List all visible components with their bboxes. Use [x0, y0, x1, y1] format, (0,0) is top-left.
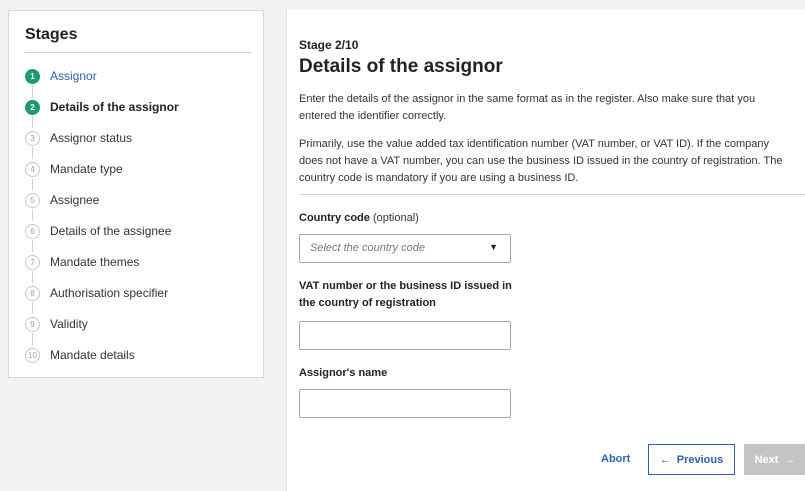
arrow-left-icon: ←: [659, 453, 671, 466]
stage-number-badge: 3: [25, 131, 40, 146]
stage-label[interactable]: Assignor: [50, 67, 97, 86]
stage-item-mandate-type: 4 Mandate type: [25, 160, 261, 191]
arrow-right-icon: →: [784, 453, 796, 466]
stage-item-assignor-status: 3 Assignor status: [25, 129, 261, 160]
stage-connector: [32, 209, 33, 221]
sidebar-title: Stages: [25, 26, 78, 43]
stages-sidebar: Stages 1 Assignor 2 Details of the assig…: [8, 10, 264, 378]
stage-number-badge: 8: [25, 286, 40, 301]
stage-number-badge: 5: [25, 193, 40, 208]
stage-item-authorisation-specifier: 8 Authorisation specifier: [25, 284, 261, 315]
stage-item-validity: 9 Validity: [25, 315, 261, 346]
stage-label: Mandate details: [50, 348, 135, 362]
previous-button-label: Previous: [676, 453, 724, 466]
stage-label: Assignor status: [50, 131, 133, 145]
next-button[interactable]: Next →: [744, 444, 805, 475]
stage-item-mandate-details: 10 Mandate details: [25, 346, 261, 377]
stage-label: Assignee: [50, 193, 100, 207]
stage-item-assignee: 5 Assignee: [25, 191, 261, 222]
previous-button[interactable]: ← Previous: [648, 444, 735, 475]
vat-number-input[interactable]: [299, 321, 511, 350]
stage-label: Mandate themes: [50, 255, 140, 269]
stage-number-badge: 7: [25, 255, 40, 270]
vat-guidance-paragraph: Primarily, use the value added tax ident…: [299, 138, 783, 184]
caret-down-icon: ▼: [489, 242, 498, 252]
assignor-name-input[interactable]: [299, 389, 511, 418]
assignor-name-label: Assignor's name: [299, 367, 388, 379]
stage-counter: Stage 2/10: [299, 38, 359, 52]
stage-label: Mandate type: [50, 162, 123, 176]
country-code-select[interactable]: Select the country code ▼: [299, 234, 511, 263]
stage-number-badge: 9: [25, 317, 40, 332]
stage-number-badge: 2: [25, 100, 40, 115]
stage-connector: [32, 178, 33, 190]
stage-label: Details of the assignor: [50, 100, 179, 114]
stage-list: 1 Assignor 2 Details of the assignor 3 A…: [25, 67, 261, 377]
stage-item-mandate-themes: 7 Mandate themes: [25, 253, 261, 284]
page-title: Details of the assignor: [299, 56, 503, 77]
stage-connector: [32, 333, 33, 345]
vat-number-label: VAT number or the business ID issued in …: [299, 280, 512, 309]
form-panel: Stage 2/10 Details of the assignor Enter…: [286, 10, 805, 491]
stage-connector: [32, 240, 33, 252]
stage-connector: [32, 271, 33, 283]
abort-button[interactable]: Abort: [601, 453, 630, 465]
country-code-placeholder: Select the country code: [310, 242, 425, 254]
stage-number-badge: 1: [25, 69, 40, 84]
stage-connector: [32, 116, 33, 128]
country-code-label-text: Country code: [299, 212, 370, 224]
section-divider: [299, 194, 805, 195]
optional-indicator: (optional): [372, 212, 419, 224]
stage-label: Authorisation specifier: [50, 286, 169, 300]
stage-item-details-of-the-assignor: 2 Details of the assignor: [25, 98, 261, 129]
stage-number-badge: 4: [25, 162, 40, 177]
sidebar-divider: [25, 52, 251, 53]
next-button-label: Next: [754, 453, 779, 466]
instructions-paragraph: Enter the details of the assignor in the…: [299, 93, 756, 122]
stage-connector: [32, 302, 33, 314]
stage-label: Details of the assignee: [50, 224, 172, 238]
stage-connector: [32, 85, 33, 97]
stage-item-assignor[interactable]: 1 Assignor: [25, 67, 261, 98]
stage-item-details-of-the-assignee: 6 Details of the assignee: [25, 222, 261, 253]
stage-number-badge: 6: [25, 224, 40, 239]
stage-number-badge: 10: [25, 348, 40, 363]
country-code-label: Country code (optional): [299, 210, 419, 227]
stage-label: Validity: [50, 317, 88, 331]
stage-connector: [32, 147, 33, 159]
